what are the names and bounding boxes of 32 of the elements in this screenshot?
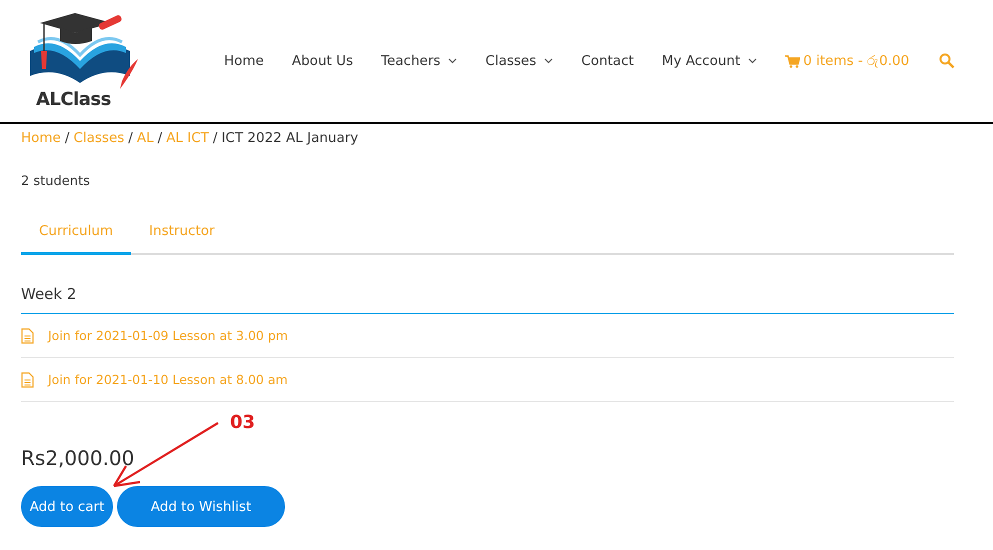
student-count: 2 students bbox=[21, 174, 91, 189]
breadcrumb-separator: / bbox=[158, 130, 162, 148]
chevron-down-icon bbox=[448, 58, 458, 64]
logo-text: ALClass bbox=[36, 89, 111, 110]
document-icon bbox=[21, 372, 34, 388]
breadcrumb-link[interactable]: AL ICT bbox=[166, 130, 209, 150]
breadcrumb-separator: / bbox=[64, 130, 70, 148]
nav-link[interactable]: Contact bbox=[581, 53, 634, 69]
nav-link[interactable]: My Account bbox=[662, 53, 758, 69]
tab[interactable]: Instructor bbox=[131, 217, 233, 255]
breadcrumb-link[interactable]: Classes bbox=[73, 130, 124, 150]
nav-link[interactable]: Teachers bbox=[381, 53, 458, 69]
nav-link[interactable]: Home bbox=[224, 53, 264, 69]
nav-link[interactable]: Classes bbox=[485, 53, 554, 69]
annotation-number: 03 bbox=[230, 412, 256, 433]
price: Rs2,000.00 bbox=[21, 446, 136, 470]
lesson-link[interactable]: Join for 2021-01-09 Lesson at 3.00 pm bbox=[48, 328, 288, 343]
breadcrumb-current: ICT 2022 AL January bbox=[221, 130, 358, 148]
action-button[interactable]: Add to cart bbox=[21, 486, 113, 527]
chevron-down-icon bbox=[544, 58, 554, 64]
breadcrumb-separator: / bbox=[212, 130, 218, 148]
document-icon bbox=[21, 328, 34, 344]
action-button[interactable]: Add to Wishlist bbox=[117, 486, 285, 527]
breadcrumb-separator: / bbox=[128, 130, 133, 148]
breadcrumb-link[interactable]: AL bbox=[136, 130, 154, 150]
breadcrumb-link[interactable]: Home bbox=[21, 130, 61, 150]
nav-link[interactable]: About Us bbox=[292, 53, 353, 69]
cart-icon bbox=[785, 54, 800, 68]
chevron-down-icon bbox=[748, 58, 758, 64]
lesson-link[interactable]: Join for 2021-01-10 Lesson at 8.00 am bbox=[48, 372, 288, 387]
section-title: Week 2 bbox=[21, 285, 954, 314]
tab[interactable]: Curriculum bbox=[21, 217, 132, 255]
